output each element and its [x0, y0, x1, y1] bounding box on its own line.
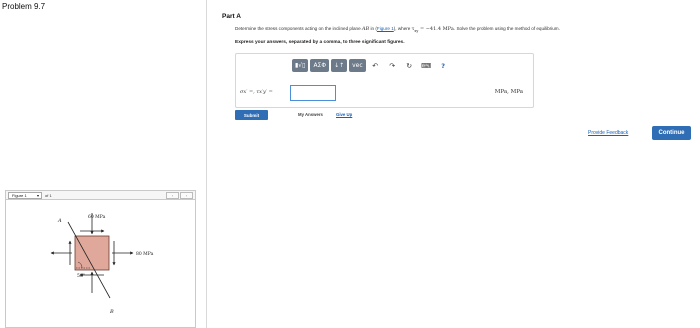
greek-button[interactable]: ΑΣΦ [310, 59, 330, 72]
give-up-link[interactable]: Give Up [336, 112, 352, 117]
reset-icon[interactable]: ↻ [402, 59, 417, 72]
problem-statement: Determine the stress components acting o… [235, 26, 560, 33]
right-stress-label: 80 MPa [136, 251, 154, 257]
point-b-label: B [109, 309, 114, 315]
templates-button[interactable]: ▮√▯ [292, 59, 309, 72]
statement-text-2: in ( [369, 26, 377, 31]
provide-feedback-link[interactable]: Provide Feedback [588, 130, 628, 136]
chevron-down-icon: ▾ [36, 193, 39, 198]
math-toolbar: ▮√▯ ΑΣΦ ↓↑ vec ↶ ↷ ↻ ⌨ ? [292, 59, 451, 72]
my-answers-label: My Answers [298, 112, 323, 117]
figure-link[interactable]: Figure 1 [377, 26, 394, 31]
figure-selector[interactable]: Figure 1 ▾ [8, 192, 42, 199]
statement-text-4: . Solve the problem using the method of … [453, 26, 560, 31]
angle-label: 50° [77, 273, 85, 279]
point-a-label: A [57, 218, 62, 224]
redo-icon[interactable]: ↷ [385, 59, 400, 72]
answer-units: MPa, MPa [494, 89, 523, 95]
keyboard-icon[interactable]: ⌨ [419, 59, 434, 72]
tau-value: = −41.4 MPa [418, 26, 454, 32]
vec-button[interactable]: vec [349, 59, 366, 72]
answer-input[interactable] [290, 85, 336, 101]
problem-title: Problem 9.7 [2, 2, 46, 11]
submit-button[interactable]: Submit [235, 110, 268, 120]
answer-label: σx′ =, τx′y′ = [240, 89, 273, 95]
figure-panel: 60 MPa 80 MPa A B 50° [5, 200, 196, 328]
help-icon[interactable]: ? [436, 59, 451, 72]
panel-divider [206, 0, 207, 328]
figure-header: Figure 1 ▾ of 1 ‹ › [5, 190, 196, 200]
statement-text-3: ), where [393, 26, 412, 31]
answer-instruction: Express your answers, separated by a com… [235, 40, 405, 45]
next-figure-button[interactable]: › [180, 192, 193, 199]
figure-count: of 1 [45, 193, 52, 198]
statement-text-1: Determine the stress components acting o… [235, 26, 362, 31]
vector-ops-button[interactable]: ↓↑ [331, 59, 348, 72]
undo-icon[interactable]: ↶ [368, 59, 383, 72]
stress-element-diagram: 60 MPa 80 MPa A B 50° [50, 213, 154, 315]
answer-box: ▮√▯ ΑΣΦ ↓↑ vec ↶ ↷ ↻ ⌨ ? σx′ =, τx′y′ = … [235, 53, 534, 108]
figure-selector-value: Figure 1 [12, 193, 27, 198]
prev-figure-button[interactable]: ‹ [166, 192, 179, 199]
continue-button[interactable]: Continue [652, 126, 691, 140]
part-label: Part A [222, 13, 241, 20]
top-stress-label: 60 MPa [88, 214, 106, 220]
